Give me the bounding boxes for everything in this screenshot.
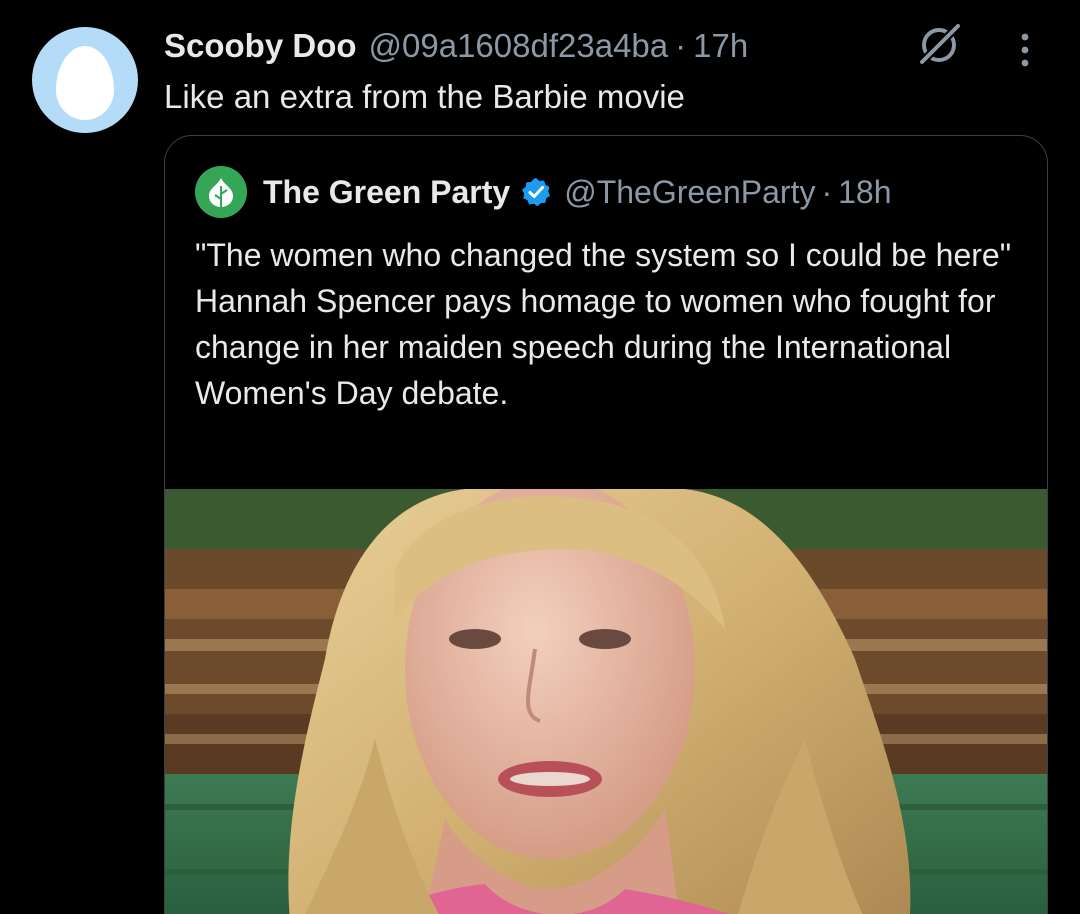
quoted-tweet-text-line: Hannah Spencer pays homage to women who …: [195, 283, 996, 411]
quoted-tweet-text: "The women who changed the system so I c…: [195, 232, 1025, 416]
quoted-tweet-media[interactable]: [165, 489, 1047, 914]
quoted-author-handle[interactable]: @TheGreenParty: [564, 174, 815, 211]
default-avatar-egg-icon: [56, 46, 114, 120]
verified-badge-icon: [522, 178, 551, 207]
header-separator: ·: [675, 27, 687, 64]
tweet-text: Like an extra from the Barbie movie: [164, 78, 685, 115]
author-display-name[interactable]: Scooby Doo: [164, 27, 357, 65]
quoted-tweet-card[interactable]: The Green Party @TheGreenParty · 18h "Th…: [164, 135, 1048, 914]
quoted-tweet-text-line: "The women who changed the system so I c…: [195, 237, 1012, 273]
quoted-tweet-timestamp[interactable]: 18h: [838, 174, 891, 211]
quoted-header-separator: ·: [821, 173, 833, 210]
quoted-author-display-name[interactable]: The Green Party: [263, 174, 510, 211]
more-options-icon[interactable]: [1010, 24, 1040, 72]
tweet-header: Scooby Doo @09a1608df23a4ba · 17h: [164, 24, 748, 68]
grok-icon[interactable]: [914, 20, 964, 70]
author-avatar[interactable]: [32, 27, 138, 133]
tweet-timestamp[interactable]: 17h: [693, 27, 748, 65]
quoted-tweet-header: The Green Party @TheGreenParty · 18h: [195, 166, 892, 218]
green-party-logo-avatar[interactable]: [195, 166, 247, 218]
author-handle[interactable]: @09a1608df23a4ba: [369, 27, 669, 65]
tweet[interactable]: Scooby Doo @09a1608df23a4ba · 17h Like a…: [0, 0, 1080, 914]
video-still-image: [165, 489, 1047, 914]
